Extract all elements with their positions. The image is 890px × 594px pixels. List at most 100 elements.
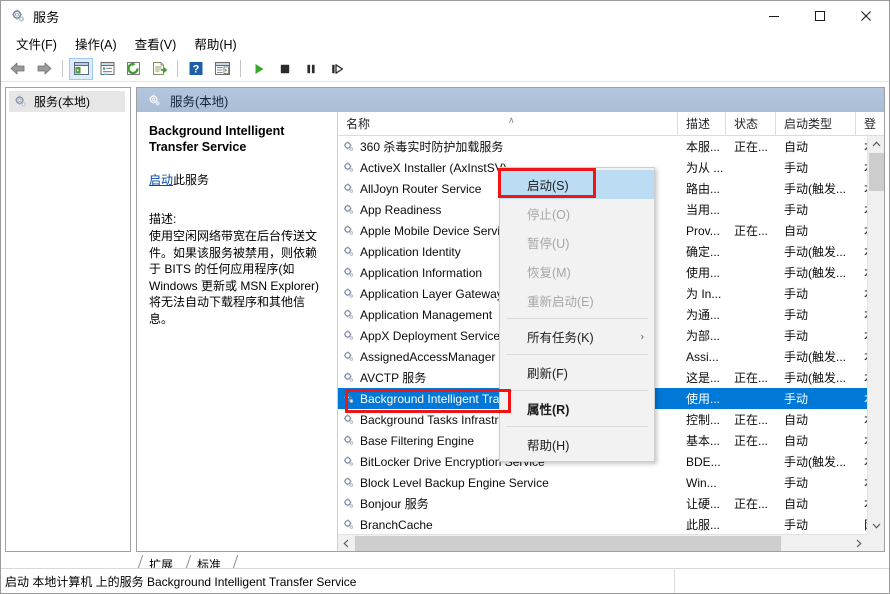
cell-name: BranchCache xyxy=(338,518,678,532)
close-button[interactable] xyxy=(843,1,889,31)
menu-file[interactable]: 文件(F) xyxy=(7,31,66,56)
scroll-left-icon[interactable] xyxy=(338,535,355,552)
vertical-scrollbar-thumb[interactable] xyxy=(869,153,884,191)
cell-startup-type: 自动 xyxy=(776,495,856,512)
vertical-scrollbar[interactable] xyxy=(867,136,884,551)
context-menu-separator xyxy=(506,390,648,391)
pause-service-icon[interactable] xyxy=(299,58,323,80)
back-icon[interactable] xyxy=(6,58,30,80)
column-startup-type[interactable]: 启动类型 xyxy=(776,112,856,135)
cell-text: 让硬... xyxy=(686,497,721,511)
stop-service-icon[interactable] xyxy=(273,58,297,80)
console-tree-pane: 服务(本地) xyxy=(5,87,131,552)
forward-icon[interactable] xyxy=(32,58,56,80)
cell-startup-type: 手动 xyxy=(776,201,856,218)
minimize-button[interactable] xyxy=(751,1,797,31)
cell-text: 自动 xyxy=(784,497,809,511)
cell-description: Prov... xyxy=(678,224,726,238)
cell-text: BDE... xyxy=(686,454,721,469)
toolbar-separator-2 xyxy=(177,60,178,77)
ctx-stop: 停止(O) xyxy=(500,199,654,228)
cell-text: 手动(触发... xyxy=(784,266,846,280)
ctx-all-tasks[interactable]: 所有任务(K) › xyxy=(500,322,654,351)
cell-startup-type: 手动 xyxy=(776,327,856,344)
column-log-on-as[interactable]: 登 xyxy=(856,112,876,135)
detail-service-name: Background Intelligent Transfer Service xyxy=(149,124,285,154)
cell-text: Bonjour 服务 xyxy=(360,497,429,511)
cell-text: 为从 ... xyxy=(686,161,724,175)
column-status[interactable]: 状态 xyxy=(726,112,776,135)
cell-startup-type: 手动(触发... xyxy=(776,180,856,197)
cell-text: 控制... xyxy=(686,413,721,427)
cell-status: 正在... xyxy=(726,138,776,155)
refresh-icon[interactable] xyxy=(121,58,145,80)
cell-text: 自动 xyxy=(784,434,809,448)
show-hide-action-pane-icon[interactable] xyxy=(210,58,234,80)
restart-service-icon[interactable] xyxy=(325,58,349,80)
cell-name: Block Level Backup Engine Service xyxy=(338,476,678,490)
cell-text: 手动(触发... xyxy=(784,350,846,364)
column-description[interactable]: 描述 xyxy=(678,112,726,135)
tree-node-services-local[interactable]: 服务(本地) xyxy=(9,91,125,112)
service-gear-icon xyxy=(342,455,355,468)
start-service-link[interactable]: 启动 xyxy=(149,173,173,187)
ctx-properties[interactable]: 属性(R) xyxy=(500,394,654,423)
export-list-icon[interactable] xyxy=(147,58,171,80)
window-title: 服务 xyxy=(33,9,60,25)
horizontal-scrollbar-thumb[interactable] xyxy=(355,535,781,551)
service-gear-icon xyxy=(342,329,355,342)
help-icon[interactable]: ? xyxy=(184,58,208,80)
horizontal-scrollbar-track[interactable] xyxy=(355,535,850,552)
cell-text: 确定... xyxy=(686,245,721,259)
cell-text: 正在... xyxy=(734,434,769,448)
service-gear-icon xyxy=(342,287,355,300)
scroll-down-icon[interactable] xyxy=(868,517,884,534)
ctx-help[interactable]: 帮助(H) xyxy=(500,430,654,459)
cell-name: Bonjour 服务 xyxy=(338,495,678,512)
cell-status: 正在... xyxy=(726,495,776,512)
start-service-icon[interactable] xyxy=(247,58,271,80)
column-name[interactable]: 名称 ∧ xyxy=(338,112,678,135)
cell-startup-type: 手动 xyxy=(776,159,856,176)
table-row[interactable]: Block Level Backup Engine Service Win... 手… xyxy=(338,472,884,493)
service-gear-icon xyxy=(342,476,355,489)
cell-name: 360 杀毒实时防护加载服务 xyxy=(338,138,678,155)
menu-help[interactable]: 帮助(H) xyxy=(185,31,245,56)
status-bar: 启动 本地计算机 上的服务 Background Intelligent Tra… xyxy=(1,568,889,593)
maximize-button[interactable] xyxy=(797,1,843,31)
detail-description-label: 描述: xyxy=(149,212,177,226)
cell-description: 为从 ... xyxy=(678,159,726,176)
table-row[interactable]: Bonjour 服务让硬...正在...自动本 xyxy=(338,493,884,514)
cell-text: 正在... xyxy=(734,140,769,154)
cell-text: 自动 xyxy=(784,413,809,427)
service-gear-icon xyxy=(342,350,355,363)
cell-text: AVCTP 服务 xyxy=(360,371,427,385)
cell-startup-type: 自动 xyxy=(776,138,856,155)
menu-view[interactable]: 查看(V) xyxy=(126,31,186,56)
cell-text: Prov... xyxy=(686,223,720,238)
scroll-up-icon[interactable] xyxy=(868,136,884,153)
context-menu-separator xyxy=(506,318,648,319)
cell-text: 正在... xyxy=(734,497,769,511)
ctx-restart: 重新启动(E) xyxy=(500,286,654,315)
table-row[interactable]: 360 杀毒实时防护加载服务本服...正在...自动本 xyxy=(338,136,884,157)
ctx-start-label: 启动(S) xyxy=(527,179,569,193)
cell-startup-type: 自动 xyxy=(776,222,856,239)
cell-text: 正在... xyxy=(734,371,769,385)
cell-description: 为 In... xyxy=(678,285,726,302)
services-window: 服务 文件(F) 操作(A) 查看(V) 帮助(H) ? 服务(本地) 服务(本… xyxy=(0,0,890,594)
ctx-start[interactable]: 启动(S) xyxy=(500,170,654,199)
scroll-right-icon[interactable] xyxy=(850,535,867,552)
show-hide-console-tree-icon[interactable] xyxy=(69,57,93,80)
horizontal-scrollbar[interactable] xyxy=(338,534,867,551)
cell-description: 此服... xyxy=(678,516,726,533)
svg-text:?: ? xyxy=(193,64,200,76)
table-row[interactable]: BranchCache此服...手动网 xyxy=(338,514,884,534)
menu-action[interactable]: 操作(A) xyxy=(66,31,126,56)
properties-icon[interactable] xyxy=(95,58,119,80)
cell-text: 当用... xyxy=(686,203,721,217)
ctx-restart-label: 重新启动(E) xyxy=(527,295,594,309)
services-gear-icon xyxy=(13,94,28,109)
ctx-refresh[interactable]: 刷新(F) xyxy=(500,358,654,387)
cell-text: 手动 xyxy=(784,308,809,322)
